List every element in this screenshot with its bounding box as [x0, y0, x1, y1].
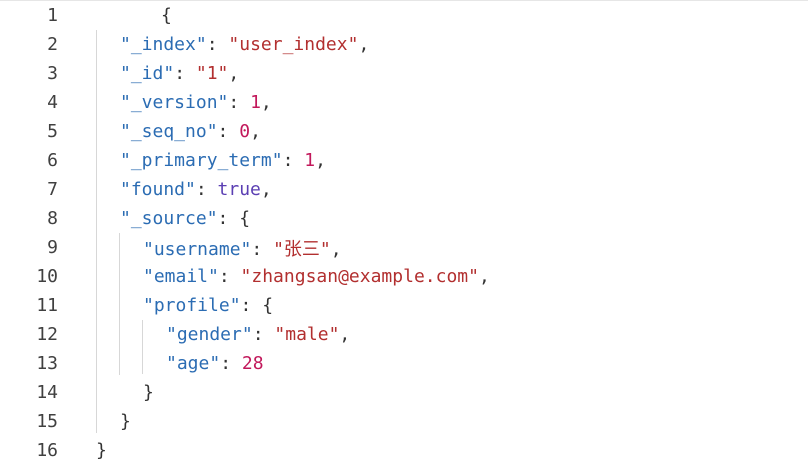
comma: , — [228, 63, 240, 84]
json-string-value: "zhangsan@example.com" — [240, 266, 479, 287]
code-line: 10 "email": "zhangsan@example.com", — [0, 262, 808, 291]
code-line: 13 "age": 28 — [0, 349, 808, 378]
colon: : — [218, 266, 241, 287]
comma: , — [478, 266, 490, 287]
brace-close: } — [143, 382, 154, 403]
json-key: "age" — [166, 353, 221, 374]
code-line: 3 "_id": "1", — [0, 59, 808, 88]
line-number: 4 — [47, 92, 58, 113]
colon: : — [220, 353, 242, 374]
code-text[interactable]: "_index": "user_index", — [120, 34, 369, 55]
code-text[interactable]: "_primary_term": 1, — [120, 150, 326, 171]
line-number: 10 — [36, 266, 58, 287]
line-number: 14 — [36, 382, 58, 403]
json-string-value: "1" — [195, 63, 229, 84]
line-number: 7 — [47, 179, 58, 200]
colon: : — [282, 150, 305, 171]
brace-open: { — [161, 5, 172, 26]
colon: : — [252, 324, 275, 345]
code-line: 6 "_primary_term": 1, — [0, 146, 808, 175]
code-text[interactable]: "_version": 1, — [120, 92, 272, 113]
line-number: 3 — [47, 63, 58, 84]
code-line: 12 "gender": "male", — [0, 320, 808, 349]
json-key: "_id" — [120, 63, 175, 84]
code-text[interactable]: } — [96, 440, 107, 461]
line-number: 9 — [47, 237, 58, 258]
code-line: 16 } — [0, 436, 808, 465]
code-text[interactable]: "_id": "1", — [120, 63, 239, 84]
json-string-value: "male" — [274, 324, 340, 345]
code-text[interactable]: "_seq_no": 0, — [120, 121, 261, 142]
code-text[interactable]: } — [120, 411, 131, 432]
comma: , — [339, 324, 351, 345]
comma: , — [260, 92, 272, 113]
json-boolean-value: true — [217, 179, 261, 200]
json-key: "username" — [143, 238, 252, 260]
code-text[interactable]: } — [143, 382, 154, 403]
comma: , — [250, 121, 261, 142]
code-line: 15 } — [0, 407, 808, 436]
colon: : — [240, 295, 263, 316]
colon: : — [228, 92, 251, 113]
line-number: 5 — [47, 121, 58, 142]
code-line: 11 "profile": { — [0, 291, 808, 320]
line-number: 6 — [47, 150, 58, 171]
json-key: "_seq_no" — [120, 121, 218, 142]
code-line: 14 } — [0, 378, 808, 407]
colon: : — [217, 121, 240, 142]
line-number: 11 — [36, 295, 58, 316]
code-text[interactable]: "email": "zhangsan@example.com", — [143, 266, 490, 287]
comma: , — [358, 34, 370, 55]
json-number-value: 1 — [304, 150, 316, 171]
brace-close: } — [120, 411, 131, 432]
line-number: 16 — [36, 440, 58, 461]
line-number: 1 — [47, 5, 58, 26]
code-line: 7 "found": true, — [0, 175, 808, 204]
code-line: 2 "_index": "user_index", — [0, 30, 808, 59]
colon: : — [217, 208, 240, 229]
comma: , — [260, 179, 272, 200]
code-line: 9 "username": "张三", — [0, 233, 808, 262]
json-key: "_version" — [120, 92, 229, 113]
json-string-value: "张三" — [273, 238, 331, 260]
json-number-value: 0 — [239, 121, 251, 142]
code-line: 1 { — [0, 1, 808, 30]
colon: : — [251, 238, 274, 260]
json-number-value: 28 — [241, 353, 264, 374]
code-line: 8 "_source": { — [0, 204, 808, 233]
colon: : — [206, 34, 229, 55]
json-key: "_source" — [120, 208, 218, 229]
code-text[interactable]: "gender": "male", — [166, 324, 350, 345]
code-text[interactable]: "age": 28 — [166, 353, 264, 374]
line-number: 13 — [36, 353, 58, 374]
json-key: "found" — [120, 179, 196, 200]
json-number-value: 1 — [250, 92, 261, 113]
comma: , — [315, 150, 326, 171]
json-key: "_primary_term" — [120, 150, 283, 171]
code-text[interactable]: "found": true, — [120, 179, 272, 200]
line-number: 8 — [47, 208, 58, 229]
code-line: 5 "_seq_no": 0, — [0, 117, 808, 146]
brace-open: { — [262, 295, 274, 316]
colon: : — [174, 63, 196, 84]
comma: , — [330, 238, 342, 260]
json-key: "_index" — [120, 34, 207, 55]
code-text[interactable]: "username": "张三", — [143, 235, 342, 261]
colon: : — [195, 179, 218, 200]
json-key: "profile" — [143, 295, 241, 316]
code-text[interactable]: "profile": { — [143, 295, 273, 316]
json-string-value: "user_index" — [228, 34, 359, 55]
brace-open: { — [239, 208, 251, 229]
line-number: 2 — [47, 34, 58, 55]
brace-close: } — [96, 440, 107, 461]
code-line: 4 "_version": 1, — [0, 88, 808, 117]
json-key: "email" — [143, 266, 219, 287]
code-text[interactable]: "_source": { — [120, 208, 250, 229]
json-code-viewer[interactable]: 1 { 2 "_index": "user_index", 3 "_id": "… — [0, 0, 808, 470]
line-number: 12 — [36, 324, 58, 345]
line-number: 15 — [36, 411, 58, 432]
json-key: "gender" — [166, 324, 253, 345]
